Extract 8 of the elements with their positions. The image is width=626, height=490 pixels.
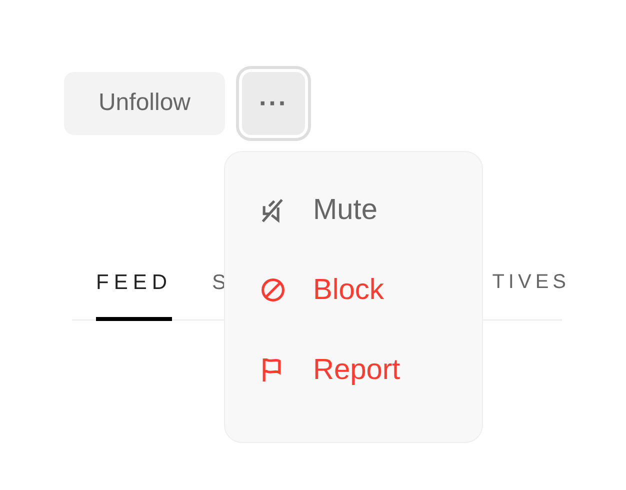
block-icon [259, 276, 287, 304]
menu-item[interactable]: Mute [225, 170, 482, 250]
tab[interactable]: FEED [96, 261, 172, 321]
menu-item[interactable]: Block [225, 250, 482, 330]
menu-item[interactable]: Report [225, 330, 482, 410]
tab[interactable]: TIVES [492, 261, 570, 321]
unfollow-button[interactable]: Unfollow [64, 72, 225, 134]
more-button[interactable]: ··· [242, 72, 305, 134]
